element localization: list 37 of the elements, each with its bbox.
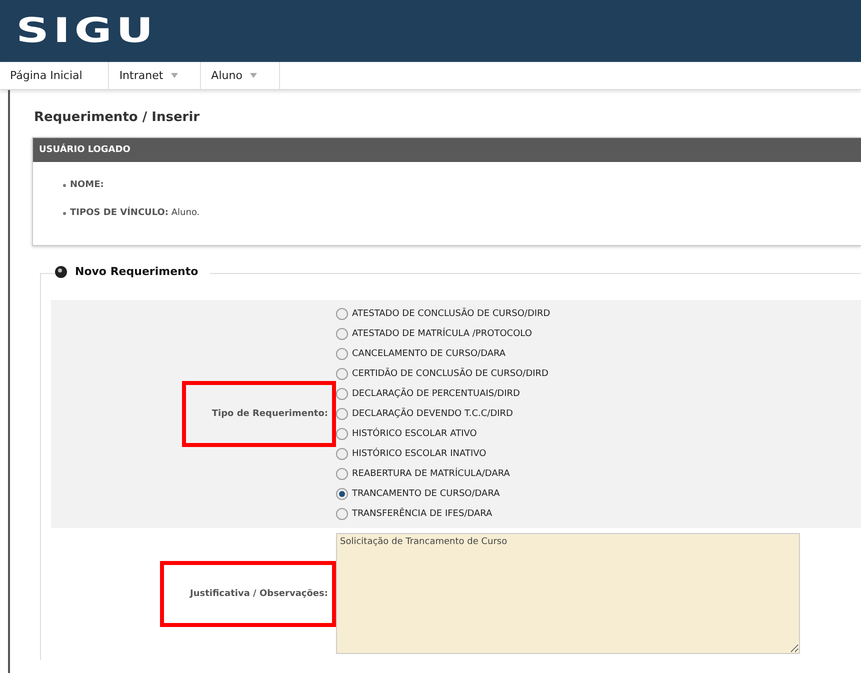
- option-label[interactable]: TRANCAMENTO DE CURSO/DARA: [352, 489, 500, 499]
- radio-button[interactable]: [336, 448, 348, 460]
- radio-button[interactable]: [336, 408, 348, 420]
- radio-button[interactable]: [336, 388, 348, 400]
- option-label[interactable]: CANCELAMENTO DE CURSO/DARA: [352, 349, 506, 359]
- radio-button[interactable]: [336, 468, 348, 480]
- option-label[interactable]: DECLARAÇÃO DEVENDO T.C.C/DIRD: [352, 409, 513, 419]
- radio-button[interactable]: [336, 328, 348, 340]
- option-label[interactable]: ATESTADO DE CONCLUSÃO DE CURSO/DIRD: [352, 309, 550, 319]
- panel-title: USUÁRIO LOGADO: [33, 138, 861, 162]
- field-label: Justificativa / Observações:: [160, 560, 336, 626]
- option-label[interactable]: HISTÓRICO ESCOLAR ATIVO: [352, 429, 477, 439]
- section-legend: Novo Requerimento: [75, 265, 198, 278]
- menu-item[interactable]: Intranet: [109, 62, 202, 89]
- page-title: Requerimento / Inserir: [34, 110, 201, 125]
- field-label: Tipo de Requerimento:: [182, 381, 336, 447]
- logo: SIGU: [16, 11, 158, 51]
- option-label[interactable]: HISTÓRICO ESCOLAR INATIVO: [352, 449, 486, 459]
- radio-button[interactable]: [336, 508, 348, 520]
- menu-item[interactable]: Aluno: [201, 62, 280, 89]
- bullet-icon: [55, 266, 67, 278]
- bullet-icon: [63, 184, 66, 186]
- option-label[interactable]: DECLARAÇÃO DE PERCENTUAIS/DIRD: [352, 389, 520, 399]
- bullet-icon: [63, 212, 66, 214]
- radio-button[interactable]: [336, 348, 348, 360]
- user-field: TIPOS DE VÍNCULO: Aluno.: [70, 208, 200, 218]
- notes-field[interactable]: Solicitação de Trancamento de Curso: [336, 533, 800, 654]
- radio-button[interactable]: [336, 488, 348, 500]
- option-label[interactable]: TRANSFERÊNCIA DE IFES/DARA: [352, 509, 492, 519]
- option-label[interactable]: ATESTADO DE MATRÍCULA /PROTOCOLO: [352, 329, 532, 339]
- radio-button[interactable]: [336, 308, 348, 320]
- user-field: NOME:: [70, 180, 104, 190]
- option-label[interactable]: REABERTURA DE MATRÍCULA/DARA: [352, 469, 510, 479]
- menu-item[interactable]: Página Inicial: [0, 62, 110, 89]
- option-label[interactable]: CERTIDÃO DE CONCLUSÃO DE CURSO/DIRD: [352, 369, 548, 379]
- radio-button[interactable]: [336, 368, 348, 380]
- radio-button[interactable]: [336, 428, 348, 440]
